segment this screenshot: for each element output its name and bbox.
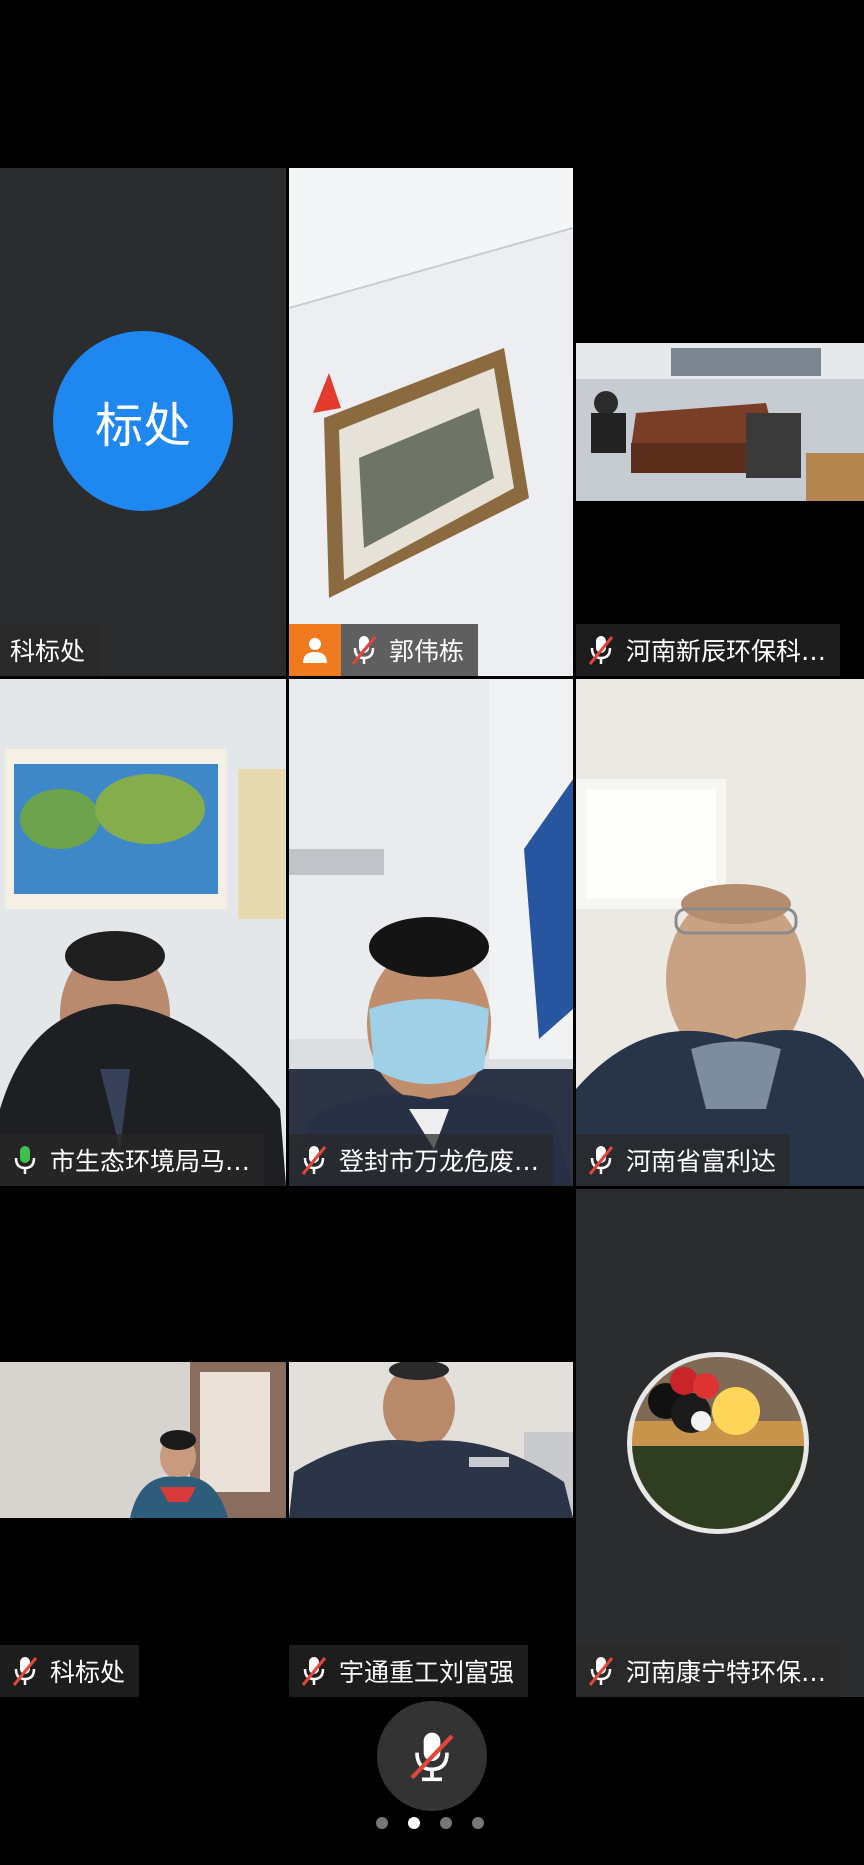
mute-toggle-button[interactable] — [377, 1701, 487, 1811]
participant-name-label: 河南新辰环保科… — [576, 624, 841, 676]
participant-name-label: 郭伟栋 — [289, 624, 479, 676]
avatar — [627, 1352, 809, 1534]
participant-tile-2[interactable]: 郭伟栋 — [289, 168, 573, 676]
participant-name-label: 科标处 — [0, 624, 100, 676]
avatar: 标处 — [53, 331, 233, 511]
avatar-initials: 标处 — [94, 398, 191, 454]
mic-muted-icon — [301, 1146, 327, 1175]
mic-muted-icon — [12, 1657, 38, 1686]
participant-name: 科标处 — [10, 637, 86, 666]
participant-name: 宇通重工刘富强 — [339, 1658, 515, 1687]
video-feed — [0, 1362, 286, 1518]
participant-name: 河南省富利达 — [626, 1147, 777, 1176]
page-indicator[interactable] — [376, 1817, 484, 1829]
participant-tile-8[interactable]: 宇通重工刘富强 — [289, 1189, 573, 1697]
participant-tile-6[interactable]: 河南省富利达 — [576, 679, 864, 1186]
participant-name: 科标处 — [50, 1658, 126, 1687]
mic-muted-icon — [588, 636, 614, 665]
page-dot-1[interactable] — [376, 1817, 388, 1829]
video-feed — [576, 679, 864, 1186]
participant-name: 郭伟栋 — [389, 637, 465, 666]
host-badge — [289, 624, 341, 676]
participant-name: 河南康宁特环保… — [626, 1658, 827, 1687]
participant-name-label: 登封市万龙危废… — [289, 1134, 554, 1186]
mic-muted-icon — [301, 1657, 327, 1686]
participant-name-label: 科标处 — [0, 1645, 140, 1697]
participant-name: 登封市万龙危废… — [339, 1147, 540, 1176]
video-feed — [0, 679, 286, 1186]
mic-active-icon — [14, 1146, 36, 1174]
page-dot-4[interactable] — [472, 1817, 484, 1829]
participant-tile-3[interactable]: 河南新辰环保科… — [576, 168, 864, 676]
participant-tile-9[interactable]: 河南康宁特环保… — [576, 1189, 864, 1697]
person-icon — [303, 638, 327, 663]
video-feed — [289, 1362, 573, 1518]
video-feed — [576, 343, 864, 501]
participant-tile-1[interactable]: 标处 科标处 — [0, 168, 286, 676]
participant-tile-5[interactable]: 登封市万龙危废… — [289, 679, 573, 1186]
participant-name: 市生态环境局马… — [50, 1147, 251, 1176]
mic-muted-icon — [351, 636, 377, 665]
page-dot-2[interactable] — [408, 1817, 420, 1829]
participant-name-label: 市生态环境局马… — [0, 1134, 265, 1186]
participant-tile-4[interactable]: 市生态环境局马… — [0, 679, 286, 1186]
mic-muted-icon — [410, 1732, 454, 1782]
participant-name: 河南新辰环保科… — [626, 637, 827, 666]
page-dot-3[interactable] — [440, 1817, 452, 1829]
video-feed — [289, 168, 573, 676]
participant-name-label: 河南康宁特环保… — [576, 1645, 841, 1697]
mic-muted-icon — [588, 1146, 614, 1175]
video-feed — [289, 679, 573, 1186]
participant-name-label: 河南省富利达 — [576, 1134, 791, 1186]
participant-name-label: 宇通重工刘富强 — [289, 1645, 529, 1697]
mic-muted-icon — [588, 1657, 614, 1686]
participant-tile-7[interactable]: 科标处 — [0, 1189, 286, 1697]
